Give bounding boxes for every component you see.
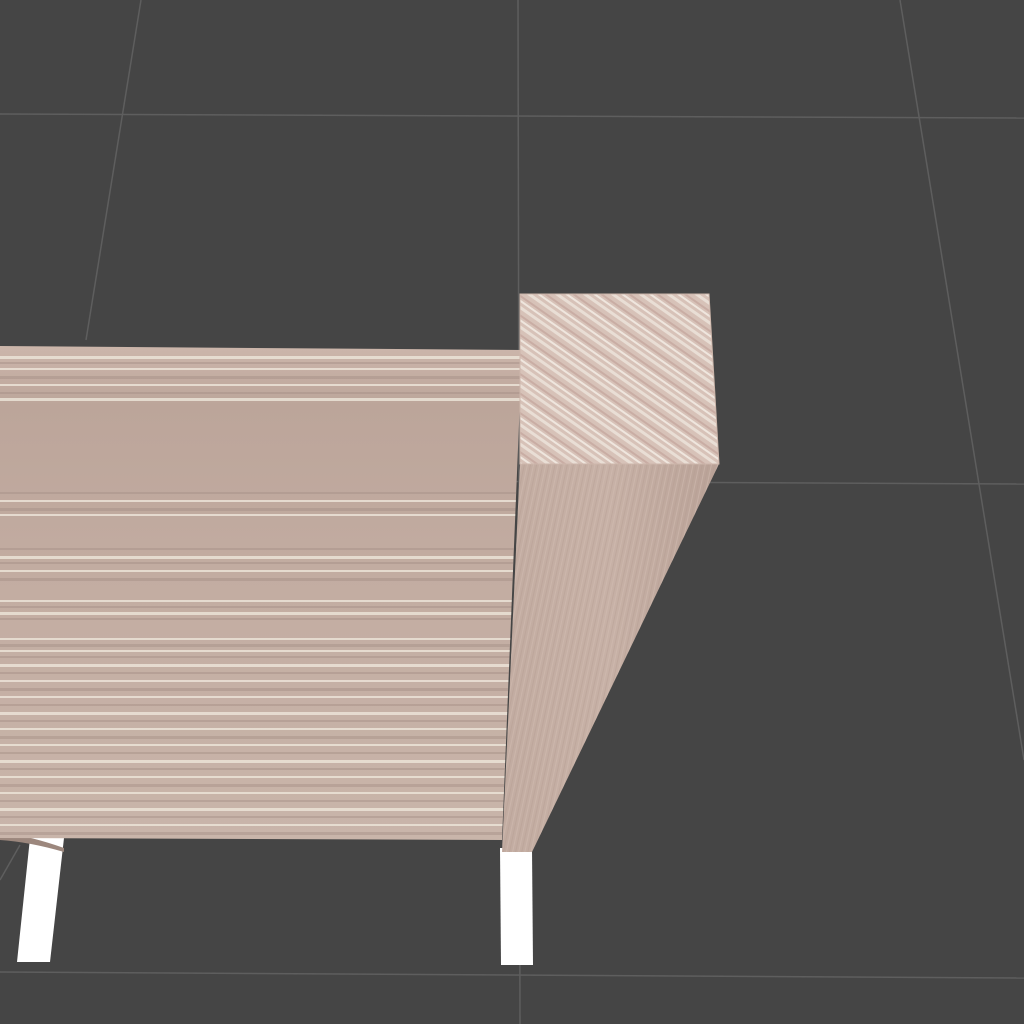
plywood-layer — [0, 570, 513, 572]
plywood-layer — [0, 600, 512, 602]
plywood-layer — [0, 696, 508, 698]
plywood-layer — [0, 612, 512, 615]
tabletop-end-grain[interactable] — [519, 293, 720, 465]
plywood-layer — [0, 776, 505, 778]
plywood-layer — [0, 514, 516, 516]
plywood-layer — [0, 384, 521, 386]
plywood-layer — [0, 712, 508, 715]
plywood-layer — [0, 824, 503, 826]
plywood-layer — [0, 760, 506, 763]
plywood-layer — [0, 800, 504, 802]
plywood-layer — [0, 688, 509, 691]
plywood-layer — [0, 644, 510, 647]
plywood-layer — [0, 784, 505, 787]
plywood-layer — [0, 618, 512, 620]
plywood-layer — [0, 752, 506, 754]
plywood-layer — [0, 398, 521, 401]
plywood-layer — [0, 744, 506, 746]
plywood-layer — [0, 606, 512, 608]
plywood-layer — [0, 736, 507, 739]
plywood-layer — [0, 556, 514, 559]
plywood-layer — [0, 816, 503, 818]
plywood-layer — [0, 500, 516, 502]
plywood-layer — [0, 720, 507, 722]
plywood-layer — [0, 638, 511, 640]
plywood-layer — [0, 728, 507, 730]
table-leg-right[interactable] — [500, 848, 533, 965]
3d-viewport[interactable] — [0, 0, 1024, 1024]
plywood-layer — [0, 704, 508, 706]
plywood-layer — [0, 792, 504, 794]
plywood-layer — [0, 356, 522, 359]
plywood-layer — [0, 664, 510, 667]
plywood-layer — [0, 578, 513, 581]
plywood-layer — [0, 548, 514, 550]
plywood-layer — [0, 656, 510, 658]
plywood-layer — [0, 562, 514, 564]
viewport-canvas — [0, 0, 1024, 1024]
plywood-layer — [0, 768, 505, 770]
plywood-layer — [0, 672, 509, 674]
plywood-layer — [0, 680, 509, 682]
plywood-layer — [0, 832, 503, 835]
plywood-layer — [0, 376, 521, 379]
plywood-layer — [0, 508, 516, 511]
plywood-layer — [0, 650, 510, 652]
tabletop-front-face[interactable] — [0, 346, 522, 840]
plywood-layer — [0, 362, 522, 364]
plywood-layer — [0, 808, 504, 811]
plywood-layer — [0, 492, 517, 494]
plywood-layer — [0, 368, 522, 370]
plywood-layer — [0, 392, 521, 394]
